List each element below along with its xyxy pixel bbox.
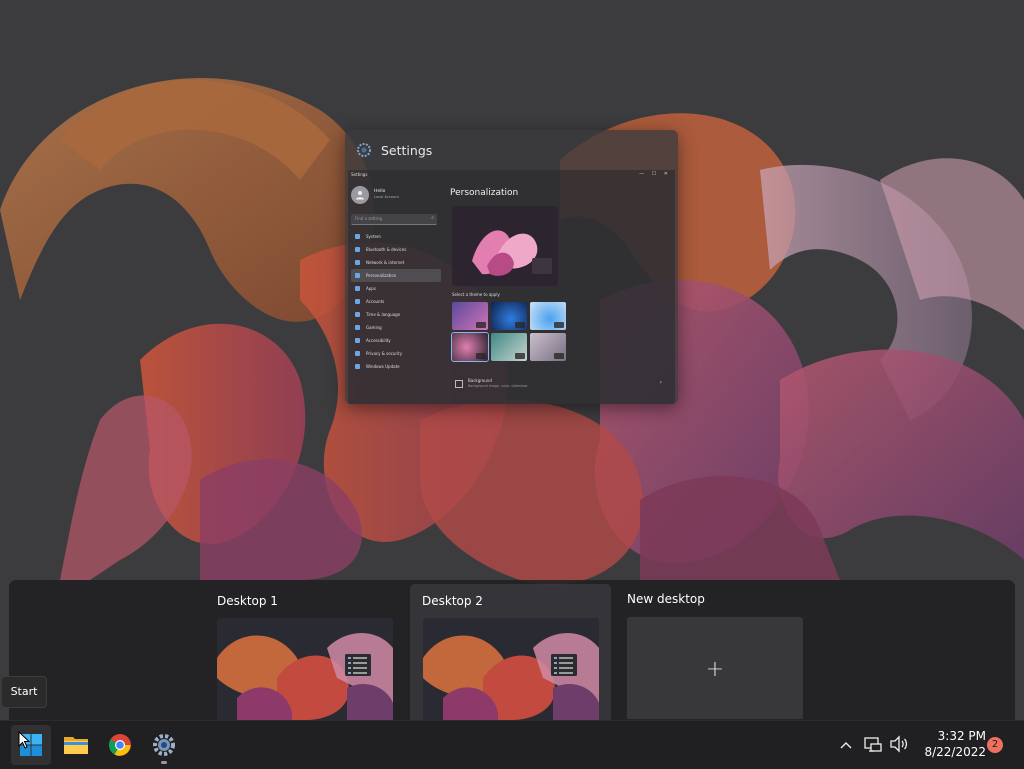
mini-background-row: Background Background image, color, slid… [452, 374, 670, 394]
search-icon: ⌕ [431, 215, 434, 221]
settings-gear-icon [357, 143, 371, 157]
mini-page-title: Personalization [450, 188, 519, 198]
mini-nav-item: Bluetooth & devices [351, 243, 441, 256]
settings-window-preview[interactable]: Settings Settings — ☐ ✕ Hello Local Acco… [345, 130, 678, 404]
mini-user-card: Hello Local Account [351, 186, 441, 206]
desktop-2-label: Desktop 2 [422, 594, 483, 608]
time-language-icon [355, 312, 360, 317]
window-thumbnail: Settings — ☐ ✕ Hello Local Account Find … [348, 170, 675, 404]
mouse-cursor-icon [18, 731, 30, 749]
start-button[interactable] [11, 725, 51, 765]
mini-nav-item: Time & language [351, 308, 441, 321]
avatar [351, 186, 369, 204]
clock-time: 3:32 PM [937, 729, 986, 743]
desktop-1-thumbnail[interactable] [217, 618, 393, 720]
accounts-icon [355, 299, 360, 304]
desktop-thumbnail-wallpaper [217, 618, 393, 720]
mini-background-sub: Background image, color, slideshow [468, 384, 528, 388]
gaming-icon [355, 325, 360, 330]
mini-titlebar: Settings — ☐ ✕ [348, 170, 675, 180]
new-desktop-tile[interactable]: New desktop + [618, 580, 812, 720]
mini-nav-item: System [351, 230, 441, 243]
new-desktop-label: New desktop [627, 592, 705, 606]
mini-nav-label: Windows Update [366, 364, 400, 369]
theme-thumbnail-selected [451, 332, 489, 362]
taskbar: 3:32 PM 8/22/2022 2 [0, 720, 1024, 769]
mini-nav-item: Gaming [351, 321, 441, 334]
mini-nav-label: Network & internet [366, 260, 405, 265]
mini-nav-item: Accounts [351, 295, 441, 308]
plus-icon: + [705, 657, 725, 682]
desktop-1-tile[interactable]: Desktop 1 [209, 580, 403, 720]
mini-window-controls: — ☐ ✕ [639, 171, 671, 177]
system-icon [355, 234, 360, 239]
virtual-desktops-bar: Desktop 1 Desktop 2 New desktop + [9, 580, 1015, 720]
desktop-1-label: Desktop 1 [217, 594, 278, 608]
theme-thumbnail [491, 333, 527, 361]
theme-grid [451, 302, 566, 362]
mini-nav-item: Apps [351, 282, 441, 295]
clock[interactable]: 3:32 PM 8/22/2022 [912, 728, 986, 760]
mini-nav-item-selected: Personalization [351, 269, 441, 282]
bluetooth-icon [355, 247, 360, 252]
show-hidden-icons-chevron-up-icon[interactable] [836, 735, 856, 755]
windows-update-icon [355, 364, 360, 369]
mini-nav-label: Personalization [366, 273, 397, 278]
volume-icon[interactable] [888, 733, 910, 755]
mini-themes-label: Select a theme to apply [452, 292, 500, 297]
mini-app-title: Settings [351, 172, 368, 177]
desktop-2-thumbnail[interactable] [423, 618, 599, 720]
mini-search-placeholder: Find a setting [355, 216, 383, 221]
mini-nav-item: Accessibility [351, 334, 441, 347]
personalization-icon [355, 273, 360, 278]
mini-nav-list: System Bluetooth & devices Network & int… [351, 230, 441, 373]
settings-gear-icon [153, 734, 175, 756]
chevron-right-icon: › [659, 379, 662, 386]
bloom-wallpaper-preview [452, 206, 558, 286]
privacy-icon [355, 351, 360, 356]
mini-user-sub: Local Account [374, 195, 399, 199]
window-title: Settings [381, 142, 433, 158]
theme-thumbnail [530, 333, 566, 361]
chrome-icon [109, 734, 131, 756]
theme-preview-image [452, 206, 558, 286]
mini-nav-item: Privacy & security [351, 347, 441, 360]
mini-search-box: Find a setting ⌕ [351, 214, 437, 225]
user-icon [356, 191, 364, 200]
mini-nav-label: Gaming [366, 325, 382, 330]
image-icon [455, 380, 463, 388]
chrome-button[interactable] [100, 725, 140, 765]
mini-background-title: Background [468, 378, 492, 383]
mini-nav-item: Windows Update [351, 360, 441, 373]
mini-nav-label: Accounts [366, 299, 385, 304]
mini-nav-label: Time & language [366, 312, 401, 317]
theme-thumbnail [491, 302, 527, 330]
theme-thumbnail [452, 302, 488, 330]
mini-nav-label: Bluetooth & devices [366, 247, 407, 252]
mini-nav-item: Network & internet [351, 256, 441, 269]
theme-thumbnail [530, 302, 566, 330]
new-desktop-button[interactable]: + [627, 617, 803, 719]
network-icon [355, 260, 360, 265]
window-titlebar[interactable]: Settings [345, 130, 678, 170]
accessibility-icon [355, 338, 360, 343]
apps-icon [355, 286, 360, 291]
mini-nav-label: System [366, 234, 381, 239]
desktop-thumbnail-wallpaper [423, 618, 599, 720]
notification-badge[interactable]: 2 [987, 737, 1003, 753]
folder-icon [64, 737, 88, 754]
settings-button[interactable] [144, 725, 184, 765]
start-tooltip: Start [1, 676, 47, 708]
running-indicator [161, 761, 167, 764]
file-explorer-button[interactable] [56, 725, 96, 765]
mini-nav-label: Privacy & security [366, 351, 403, 356]
desktop-2-tile[interactable]: Desktop 2 [410, 584, 611, 720]
mini-user-name: Hello [374, 189, 386, 194]
mini-nav-label: Accessibility [366, 338, 391, 343]
network-icon[interactable] [862, 733, 884, 755]
mini-nav-label: Apps [366, 286, 376, 291]
clock-date: 8/22/2022 [924, 745, 986, 759]
